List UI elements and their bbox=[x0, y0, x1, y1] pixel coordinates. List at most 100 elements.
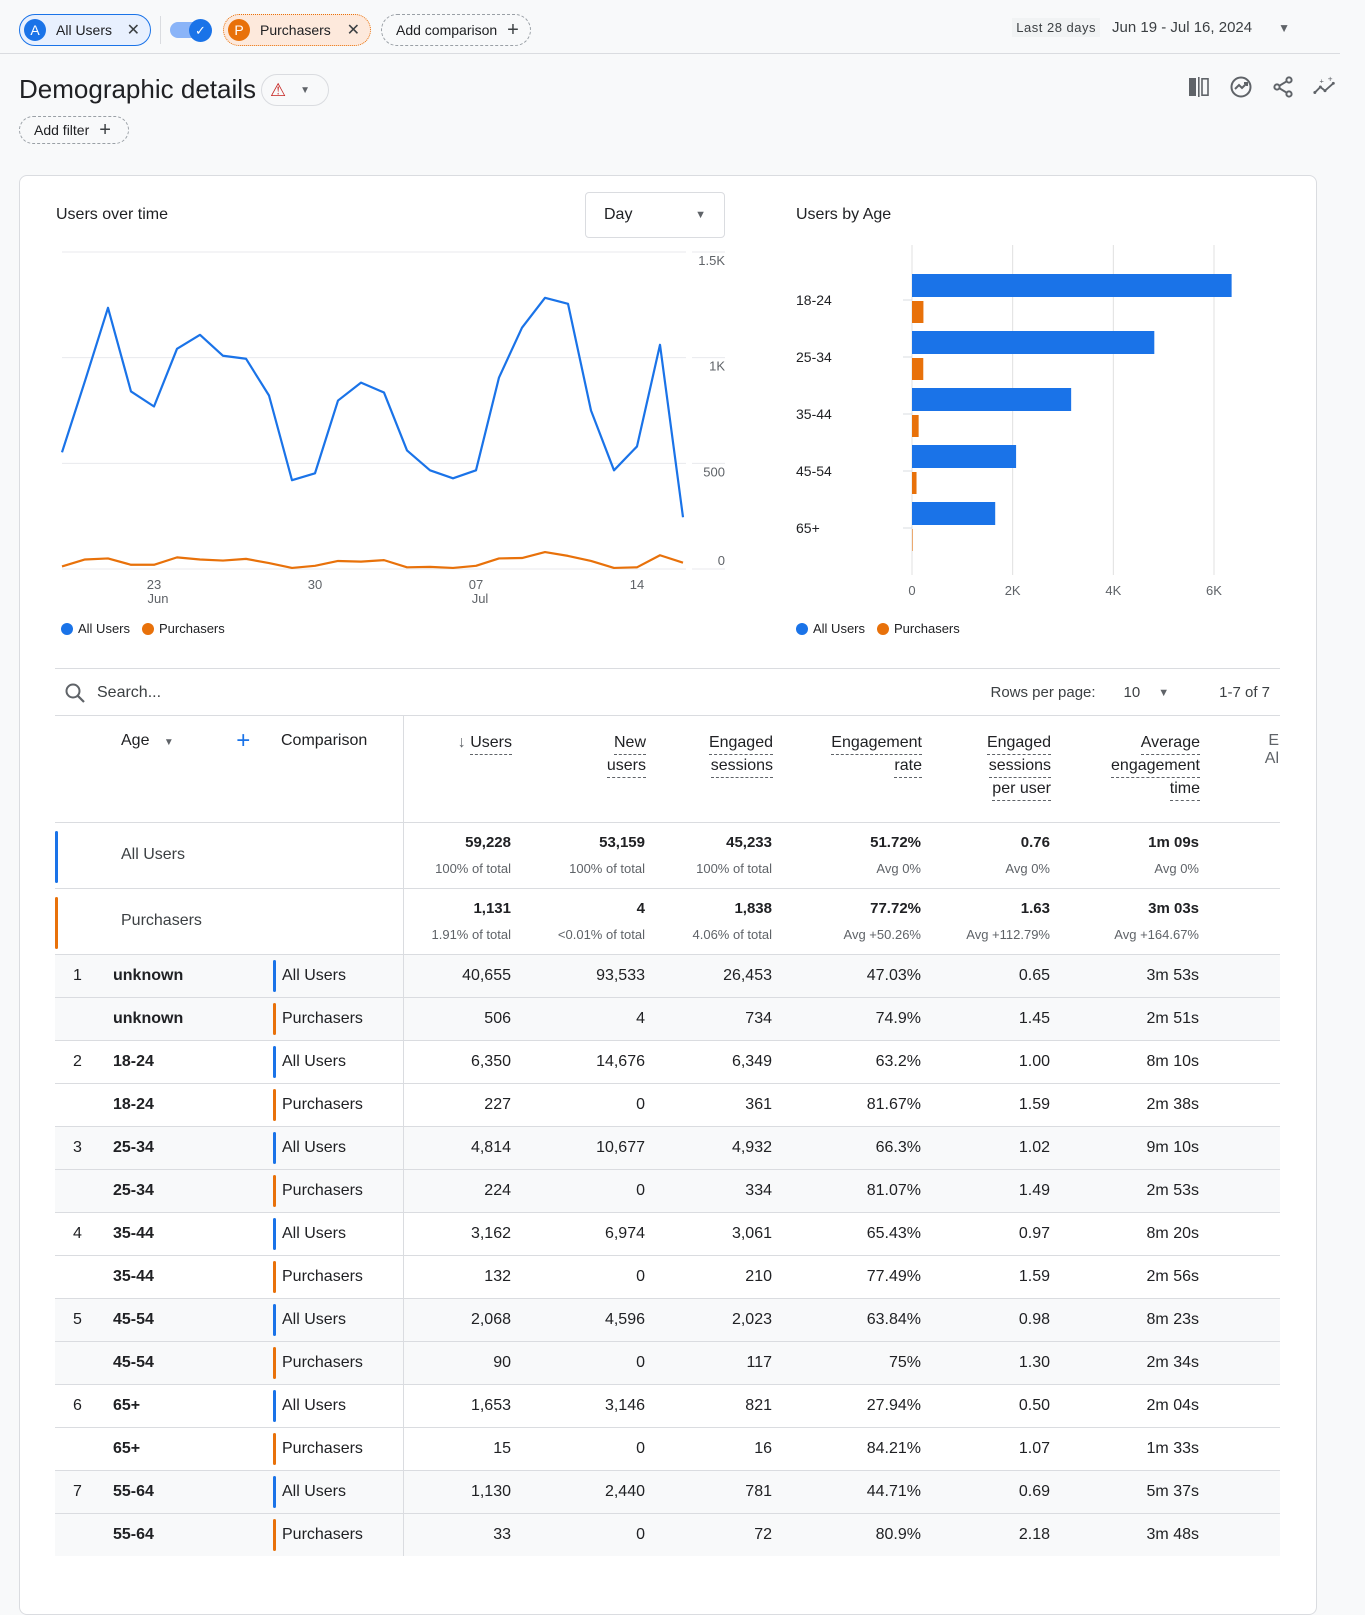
age-cell[interactable]: 45-54 bbox=[103, 1297, 273, 1341]
metric-cell: 334 bbox=[646, 1168, 773, 1212]
bar-purchasers-45-54[interactable] bbox=[912, 472, 917, 494]
legend-label: Purchasers bbox=[159, 621, 225, 636]
y-tick-label: 500 bbox=[703, 464, 725, 479]
segment-cell: Purchasers bbox=[273, 996, 403, 1040]
table-row[interactable]: 1 unknown All Users 40,655 93,533 26,453 47.03… bbox=[55, 953, 1280, 997]
rows-per-page-label: Rows per page: bbox=[990, 684, 1096, 701]
x-tick-label: 07 bbox=[469, 577, 483, 592]
age-cell[interactable]: 35-44 bbox=[103, 1254, 273, 1298]
table-row[interactable]: 25-34 Purchasers 224 0 334 81.07% 1.49 2m 53s bbox=[55, 1168, 1280, 1212]
metric-cell: 72 bbox=[646, 1512, 773, 1556]
table-row[interactable]: 2 18-24 All Users 6,350 14,676 6,349 63.2% 1.00… bbox=[55, 1039, 1280, 1083]
totals-subtext: Avg +50.26% bbox=[843, 927, 921, 942]
rank-cell bbox=[55, 1512, 103, 1556]
age-cell[interactable]: unknown bbox=[103, 953, 273, 997]
legend-dot bbox=[142, 622, 155, 635]
metric-cell: 77.49% bbox=[773, 1254, 922, 1298]
metric-cell: 2m 56s bbox=[1051, 1254, 1200, 1298]
metric-cell: 734 bbox=[646, 996, 773, 1040]
metric-cell: 2m 51s bbox=[1051, 996, 1200, 1040]
metric-cell: 210 bbox=[646, 1254, 773, 1298]
date-range-picker[interactable]: Last 28 days Jun 19 - Jul 16, 2024 ▼ bbox=[1012, 18, 1290, 37]
segment-cell: All Users bbox=[273, 953, 403, 997]
bar-all-users-35-44[interactable] bbox=[912, 388, 1072, 411]
segment-color-bar bbox=[273, 959, 276, 992]
table-row[interactable]: 3 25-34 All Users 4,814 10,677 4,932 66.3% 1.02… bbox=[55, 1125, 1280, 1169]
segment-name: Purchasers bbox=[282, 1439, 363, 1457]
age-cell[interactable]: 65+ bbox=[103, 1383, 273, 1427]
table-row[interactable]: 5 45-54 All Users 2,068 4,596 2,023 63.84% 0.98… bbox=[55, 1297, 1280, 1341]
table-row[interactable]: 55-64 Purchasers 33 0 72 80.9% 2.18 3m 48s bbox=[55, 1512, 1280, 1556]
totals-cell: 1,131 1.91% of total bbox=[402, 887, 512, 954]
age-cell[interactable]: 25-34 bbox=[103, 1125, 273, 1169]
legend-item-all-users[interactable]: All Users bbox=[61, 621, 130, 636]
column-header-truncated[interactable]: E Al bbox=[1200, 716, 1280, 822]
column-header-label: Average bbox=[1140, 732, 1200, 755]
age-cell[interactable]: 55-64 bbox=[103, 1469, 273, 1513]
insights-icon[interactable] bbox=[1229, 74, 1253, 100]
age-cell[interactable]: 25-34 bbox=[103, 1168, 273, 1212]
bar-purchasers-18-24[interactable] bbox=[912, 301, 924, 323]
age-cell[interactable]: 18-24 bbox=[103, 1039, 273, 1083]
table-row[interactable]: 35-44 Purchasers 132 0 210 77.49% 1.59 2m 56s bbox=[55, 1254, 1280, 1298]
metric-cell: 44.71% bbox=[773, 1469, 922, 1513]
bar-purchasers-65+[interactable] bbox=[912, 529, 913, 551]
bar-all-users-25-34[interactable] bbox=[912, 331, 1155, 354]
bar-purchasers-35-44[interactable] bbox=[912, 415, 919, 437]
trend-sparkle-icon[interactable]: + + bbox=[1313, 74, 1337, 100]
compare-columns-icon[interactable] bbox=[1187, 74, 1211, 100]
rows-per-page-select[interactable]: 10 ▼ bbox=[1124, 684, 1170, 701]
totals-label-cell: All Users bbox=[103, 821, 403, 888]
legend-item-all-users[interactable]: All Users bbox=[796, 621, 865, 636]
metric-cell: 81.67% bbox=[773, 1082, 922, 1126]
table-row[interactable]: 4 35-44 All Users 3,162 6,974 3,061 65.43% 0.97… bbox=[55, 1211, 1280, 1255]
segment-name: Purchasers bbox=[282, 1267, 363, 1285]
bar-purchasers-25-34[interactable] bbox=[912, 358, 924, 380]
column-header-users[interactable]: ↓ Users bbox=[402, 716, 512, 822]
users-over-time-chart: 0 500 1K 1.5K 23Jun 30 07Jul 14 bbox=[60, 251, 725, 606]
age-cell[interactable]: 65+ bbox=[103, 1426, 273, 1470]
category-label: 25-34 bbox=[796, 349, 832, 365]
add-dimension-plus-icon[interactable]: + bbox=[236, 727, 250, 754]
age-cell[interactable]: 55-64 bbox=[103, 1512, 273, 1556]
bar-all-users-65+[interactable] bbox=[912, 502, 996, 525]
table-row[interactable]: 7 55-64 All Users 1,130 2,440 781 44.71% 0.69 5m… bbox=[55, 1469, 1280, 1513]
age-cell[interactable]: 45-54 bbox=[103, 1340, 273, 1384]
table-search-input[interactable] bbox=[95, 679, 495, 707]
totals-subtext: 4.06% of total bbox=[692, 927, 773, 942]
totals-subtext: <0.01% of total bbox=[557, 927, 645, 942]
legend-item-purchasers[interactable]: Purchasers bbox=[877, 621, 960, 636]
age-cell[interactable]: 18-24 bbox=[103, 1082, 273, 1126]
column-header-average-engagement-time[interactable]: Average engagement time bbox=[1051, 716, 1200, 822]
dimension-header[interactable]: Age ▼ + bbox=[103, 716, 273, 822]
age-cell[interactable]: 35-44 bbox=[103, 1211, 273, 1255]
bar-all-users-45-54[interactable] bbox=[912, 445, 1017, 468]
table-row[interactable]: 18-24 Purchasers 227 0 361 81.67% 1.59 2m 38s bbox=[55, 1082, 1280, 1126]
totals-cell: 3m 03s Avg +164.67% bbox=[1051, 887, 1200, 954]
line-chart-legend: All Users Purchasers bbox=[61, 621, 225, 636]
segment-cell: Purchasers bbox=[273, 1340, 403, 1384]
totals-value: 1m 09s bbox=[1148, 834, 1199, 851]
legend-item-purchasers[interactable]: Purchasers bbox=[142, 621, 225, 636]
column-header-engaged-sessions[interactable]: Engaged sessions bbox=[646, 716, 773, 822]
age-cell[interactable]: unknown bbox=[103, 996, 273, 1040]
legend-label: All Users bbox=[813, 621, 866, 636]
totals-cell: 1,838 4.06% of total bbox=[646, 887, 773, 954]
table-row[interactable]: 45-54 Purchasers 90 0 117 75% 1.30 2m 34s bbox=[55, 1340, 1280, 1384]
bar-all-users-18-24[interactable] bbox=[912, 274, 1232, 297]
column-header-engagement-rate[interactable]: Engagement rate bbox=[773, 716, 922, 822]
chevron-down-icon[interactable]: ▼ bbox=[164, 737, 174, 748]
segment-color-bar bbox=[273, 1045, 276, 1078]
chevron-down-icon[interactable]: ▼ bbox=[1278, 21, 1290, 35]
table-row[interactable]: unknown Purchasers 506 4 734 74.9% 1.45 2m 51s bbox=[55, 996, 1280, 1040]
share-icon[interactable] bbox=[1271, 74, 1295, 100]
table-row[interactable]: 65+ Purchasers 15 0 16 84.21% 1.07 1m 33s bbox=[55, 1426, 1280, 1470]
svg-text:+: + bbox=[1328, 75, 1333, 83]
column-header-label: New bbox=[613, 732, 646, 755]
segment-cell: Purchasers bbox=[273, 1168, 403, 1212]
column-header-label: engagement bbox=[1111, 755, 1200, 778]
bar-chart-title: Users by Age bbox=[796, 206, 892, 223]
column-header-new-users[interactable]: New users bbox=[512, 716, 646, 822]
table-row[interactable]: 6 65+ All Users 1,653 3,146 821 27.94% 0.50 2m 0… bbox=[55, 1383, 1280, 1427]
column-header-engaged-sessions-per-user[interactable]: Engaged sessions per user bbox=[922, 716, 1051, 822]
